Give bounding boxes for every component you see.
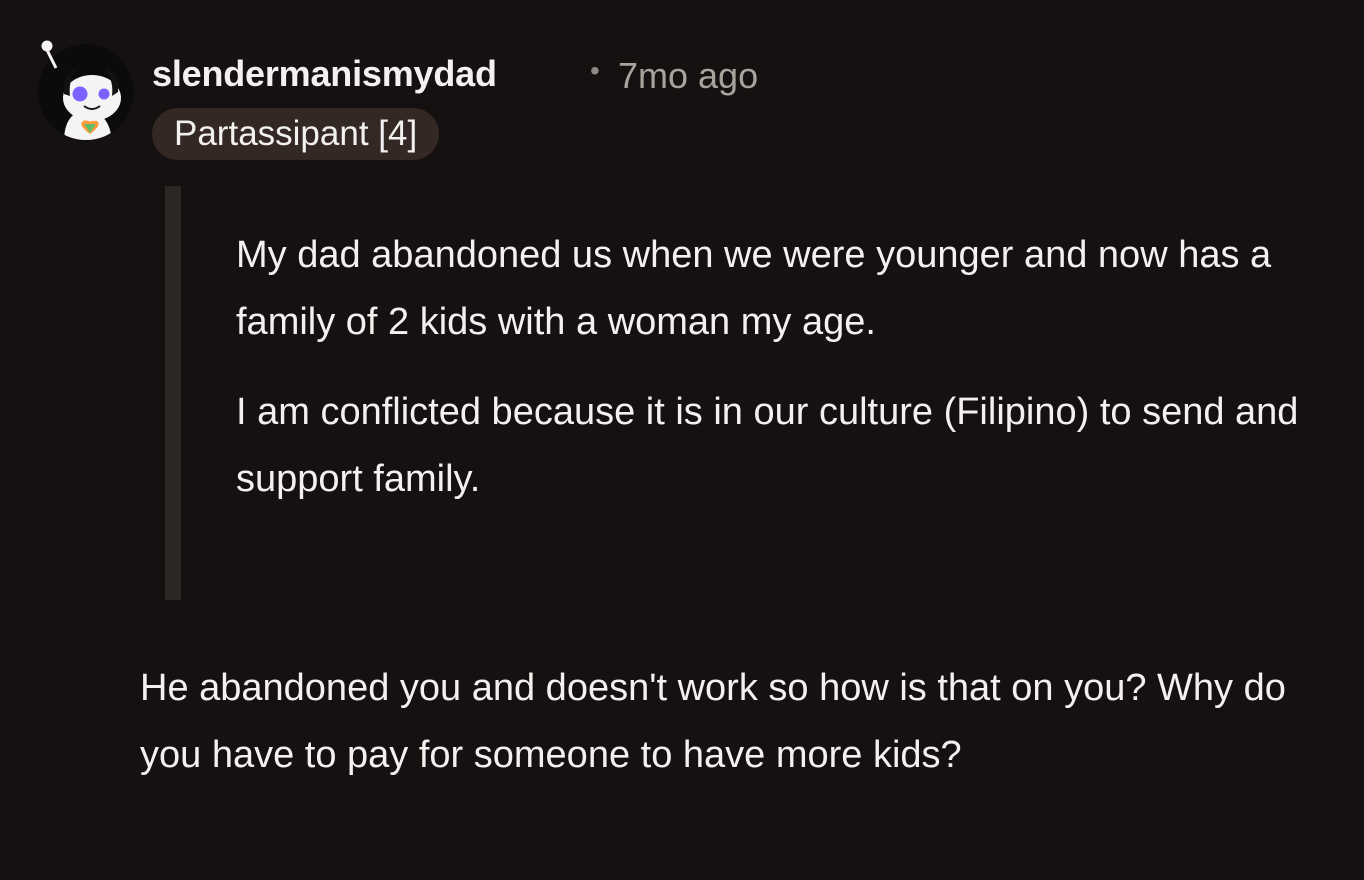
blockquote-paragraph: I am conflicted because it is in our cul… (236, 391, 1299, 500)
meta-separator: • (590, 55, 600, 86)
comment-body: He abandoned you and doesn't work so how… (140, 667, 1286, 776)
user-avatar[interactable] (34, 38, 138, 142)
snoo-avatar-icon (38, 40, 134, 140)
user-flair-badge: Partassipant [4] (152, 108, 440, 160)
blockquote: My dad abandoned us when we were younger… (236, 222, 1326, 513)
blockquote-bar (165, 186, 181, 600)
comment: slendermanismydad • 7mo ago Partassipant… (0, 0, 1364, 880)
blockquote-paragraph: My dad abandoned us when we were younger… (236, 234, 1272, 343)
comment-author[interactable]: slendermanismydad (152, 53, 497, 95)
comment-timestamp[interactable]: 7mo ago (618, 55, 758, 97)
